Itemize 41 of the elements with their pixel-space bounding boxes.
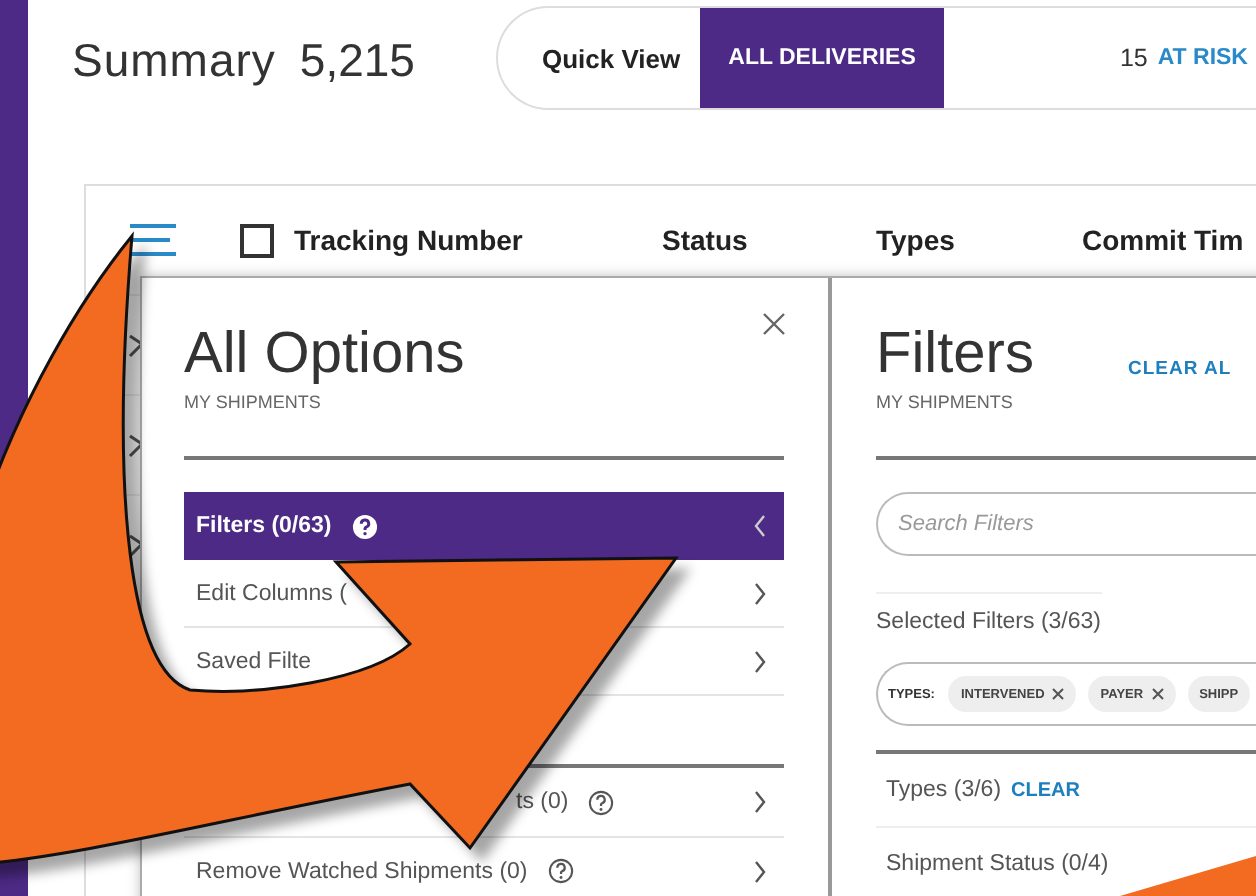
page-title: Summary: [72, 33, 276, 87]
help-icon[interactable]: [588, 789, 615, 815]
summary-count: 5,215: [299, 33, 415, 87]
panel-subtitle: MY SHIPMENTS: [184, 392, 321, 412]
row-icon: [126, 531, 146, 559]
column-header: Commit Tim: [1082, 224, 1244, 256]
panel-title: All Options: [184, 320, 465, 388]
menu-item[interactable]: Filters (0/63): [184, 492, 784, 560]
menu-item[interactable]: Edit Columns (: [196, 581, 347, 605]
help-icon[interactable]: [547, 858, 574, 884]
chevron-right-icon[interactable]: [752, 649, 768, 673]
row-icon: [126, 331, 146, 359]
panel-subtitle: MY SHIPMENTS: [876, 392, 1013, 412]
remove-icon[interactable]: [1151, 688, 1164, 700]
view-tab[interactable]: ALL DELIVERIES: [700, 8, 944, 108]
chevron-right-icon[interactable]: [752, 790, 768, 814]
selected-filters-label: Selected Filters (3/63): [876, 592, 1101, 634]
close-icon[interactable]: [762, 312, 786, 336]
view-tab[interactable]: 15 AT RISK: [1111, 8, 1256, 108]
search-field[interactable]: Search Filters: [876, 492, 1256, 556]
column-header: Status: [662, 224, 750, 256]
chevron-left-icon: [752, 514, 768, 538]
filter-group[interactable]: Shipment Status (0/4): [886, 852, 1109, 876]
chevron-right-icon[interactable]: [752, 859, 768, 883]
menu-item[interactable]: Saved Filte: [196, 649, 312, 673]
menu-item[interactable]: ts (0): [516, 790, 569, 814]
chevron-right-icon[interactable]: [752, 581, 768, 605]
row-icon: [126, 431, 146, 459]
quick-view-label: Quick View: [540, 41, 683, 77]
menu-item[interactable]: Remove Watched Shipments (0): [196, 859, 528, 883]
remove-icon[interactable]: [1052, 688, 1065, 700]
filter-group[interactable]: Types (3/6): [886, 778, 1002, 802]
clear-all-link[interactable]: CLEAR AL: [1128, 358, 1232, 380]
column-header: Types: [876, 224, 957, 256]
column-header: Tracking Number: [294, 224, 525, 256]
panel-title: Filters: [876, 320, 1034, 388]
clear-link[interactable]: CLEAR: [1011, 779, 1080, 801]
select-all-checkbox[interactable]: [240, 223, 274, 257]
menu-icon[interactable]: [130, 224, 176, 256]
help-icon[interactable]: [351, 513, 378, 539]
arrow-streak: [1120, 856, 1256, 896]
